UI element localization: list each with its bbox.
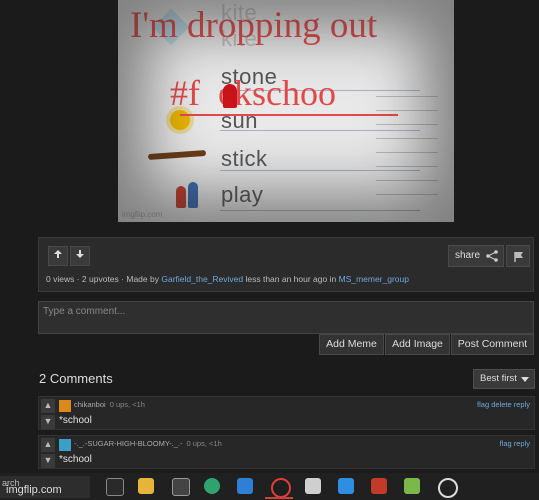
- app-icon[interactable]: [404, 478, 420, 494]
- author-link[interactable]: Garfield_the_Revived: [161, 274, 243, 284]
- store-icon[interactable]: [172, 478, 190, 496]
- opera-icon[interactable]: [271, 478, 291, 498]
- comment-username[interactable]: -._.-SUGAR-HIGH-BLOOMY-._.- 0 ups, <1h: [74, 439, 222, 448]
- app-icon[interactable]: [338, 478, 354, 494]
- kid-drawing: [188, 182, 198, 208]
- flag-icon: [514, 252, 523, 262]
- share-icon: [486, 250, 498, 262]
- active-indicator: [265, 497, 293, 499]
- comment-input[interactable]: Type a comment...: [38, 301, 534, 334]
- comment-username[interactable]: chikanboi 0 ups, <1h: [74, 400, 145, 409]
- avatar[interactable]: [59, 439, 71, 451]
- flag-button[interactable]: [506, 245, 530, 267]
- comment-points: 0 ups, <1h: [186, 439, 222, 448]
- worksheet-line: [376, 152, 438, 153]
- downvote-button[interactable]: [70, 246, 90, 266]
- post-info-panel: share 0 views · 2 upvotes · Made by Garf…: [38, 237, 534, 292]
- upvote-button[interactable]: [48, 246, 68, 266]
- worksheet-line: [376, 194, 438, 195]
- roblox-icon[interactable]: [305, 478, 321, 494]
- worksheet-line: [376, 96, 438, 97]
- sort-label: Best first: [480, 373, 517, 384]
- app-icon[interactable]: [438, 478, 458, 498]
- comment-downvote-button[interactable]: ▼: [41, 415, 55, 429]
- post-comment-button[interactable]: Post Comment: [451, 334, 534, 355]
- hashtag-start: #f: [170, 73, 200, 113]
- heart-icon: [223, 84, 237, 108]
- file-explorer-icon[interactable]: [138, 478, 154, 494]
- worksheet-line: [376, 110, 438, 111]
- worksheet-line: [376, 124, 438, 125]
- made-by-prefix: Made by: [126, 274, 159, 284]
- up-arrow-icon: [54, 250, 62, 258]
- taskbar: arch imgflip.com: [0, 473, 539, 500]
- username-text[interactable]: chikanboi: [74, 400, 106, 409]
- comment-item: ▲ ▼ chikanboi 0 ups, <1h *school flag del…: [38, 396, 535, 430]
- comment-actions[interactable]: flag delete reply: [477, 400, 530, 409]
- share-button[interactable]: share: [448, 245, 504, 267]
- task-view-icon[interactable]: [106, 478, 124, 496]
- comment-text: *school: [59, 415, 92, 426]
- comment-item: ▲ ▼ -._.-SUGAR-HIGH-BLOOMY-._.- 0 ups, <1…: [38, 435, 535, 469]
- comments-title: 2 Comments: [39, 371, 113, 386]
- app-icon[interactable]: [371, 478, 387, 494]
- group-link[interactable]: MS_memer_group: [339, 274, 409, 284]
- meme-watermark: imgflip.com: [122, 210, 163, 219]
- kid-drawing: [176, 186, 186, 208]
- meme-image[interactable]: kite kite stone sun stick play I'm dropp…: [118, 0, 454, 222]
- upvotes-count: 2 upvotes: [81, 274, 119, 284]
- comment-actions[interactable]: flag reply: [500, 439, 530, 448]
- share-label: share: [455, 250, 481, 261]
- stick-drawing: [147, 149, 207, 161]
- meme-word: stick: [221, 146, 268, 171]
- worksheet-line: [220, 210, 420, 211]
- views-count: 0 views: [46, 274, 75, 284]
- meme-caption-top: I'm dropping out: [130, 5, 378, 46]
- comment-text: *school: [59, 454, 92, 465]
- comment-upvote-button[interactable]: ▲: [41, 438, 55, 452]
- imgflip-watermark: imgflip.com: [6, 484, 62, 496]
- username-text[interactable]: -._.-SUGAR-HIGH-BLOOMY-._.-: [74, 439, 183, 448]
- meme-word: play: [221, 182, 264, 207]
- post-meta: 0 views · 2 upvotes · Made by Garfield_t…: [46, 274, 409, 284]
- add-meme-button[interactable]: Add Meme: [319, 334, 384, 355]
- comment-downvote-button[interactable]: ▼: [41, 454, 55, 468]
- edge-icon[interactable]: [204, 478, 220, 494]
- worksheet-line: [376, 166, 438, 167]
- chevron-down-icon: [521, 377, 529, 382]
- caption-underline: [180, 114, 398, 116]
- sort-dropdown[interactable]: Best first: [473, 369, 535, 389]
- add-image-button[interactable]: Add Image: [385, 334, 450, 355]
- worksheet-line: [376, 180, 438, 181]
- worksheet-line: [376, 138, 438, 139]
- down-arrow-icon: [76, 250, 84, 258]
- time-text: less than an hour ago in: [245, 274, 337, 284]
- comment-placeholder: Type a comment...: [43, 306, 126, 317]
- meme-caption-hashtag: #f ckschoo: [170, 72, 336, 114]
- comment-upvote-button[interactable]: ▲: [41, 399, 55, 413]
- comment-points: 0 ups, <1h: [109, 400, 145, 409]
- avatar[interactable]: [59, 400, 71, 412]
- vscode-icon[interactable]: [237, 478, 253, 494]
